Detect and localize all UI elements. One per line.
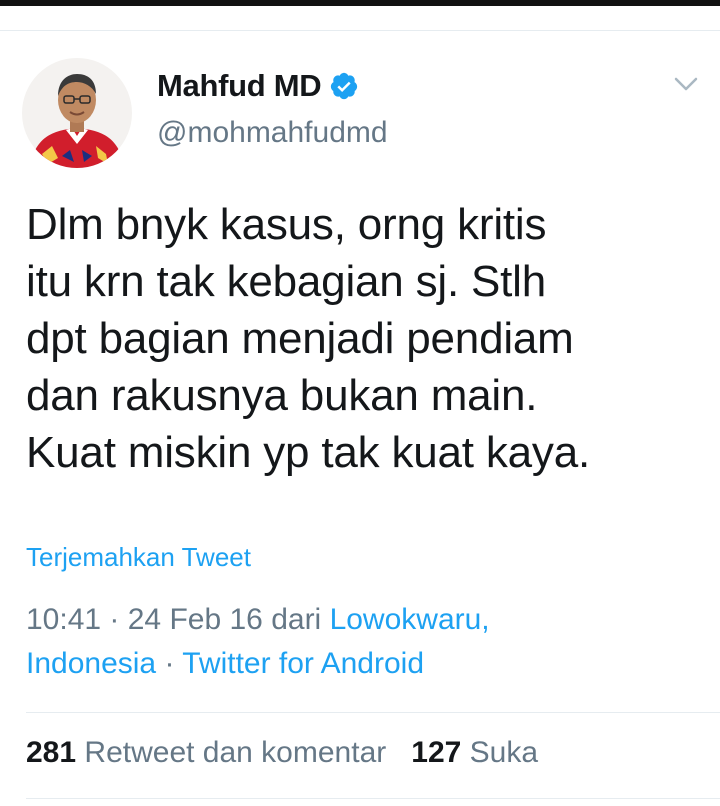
- author-name-row[interactable]: Mahfud MD: [157, 66, 359, 106]
- tweet-detail-screen: Mahfud MD @mohmahfudmd Dlm bnyk kasus, o…: [0, 0, 720, 806]
- tweet-text-line: Dlm bnyk kasus, orng kritis: [26, 200, 547, 249]
- likes-stat[interactable]: 127 Suka: [411, 736, 538, 769]
- location-link[interactable]: Lowokwaru,: [330, 603, 490, 636]
- translate-tweet-link[interactable]: Terjemahkan Tweet: [26, 542, 251, 573]
- tweet-text-line: dpt bagian menjadi pendiam: [26, 314, 574, 363]
- avatar-image: [22, 58, 132, 168]
- author-display-name[interactable]: Mahfud MD: [157, 68, 322, 104]
- from-label: dari: [262, 603, 330, 636]
- stats-top-divider: [26, 712, 720, 713]
- top-divider: [0, 30, 720, 31]
- retweets-count: 281: [26, 736, 77, 769]
- verified-badge-icon: [329, 71, 359, 101]
- retweets-label: Retweet dan komentar: [84, 736, 387, 769]
- meta-separator: ·: [156, 647, 183, 680]
- avatar[interactable]: [22, 58, 132, 168]
- tweet-text-line: itu krn tak kebagian sj. Stlh: [26, 257, 547, 306]
- likes-label: Suka: [469, 736, 539, 769]
- client-link[interactable]: Twitter for Android: [182, 647, 424, 680]
- tweet-text: Dlm bnyk kasus, orng kritis itu krn tak …: [26, 196, 706, 481]
- likes-count: 127: [411, 736, 462, 769]
- tweet-meta: 10:41 · 24 Feb 16 dari Lowokwaru, Indone…: [26, 598, 696, 686]
- stats-bottom-divider: [26, 798, 720, 799]
- retweets-stat[interactable]: 281 Retweet dan komentar: [26, 736, 386, 769]
- chevron-down-icon[interactable]: [672, 74, 700, 94]
- top-status-strip: [0, 0, 720, 6]
- tweet-meta-line-1: 10:41 · 24 Feb 16 dari Lowokwaru,: [26, 598, 696, 642]
- tweet-text-line: Kuat miskin yp tak kuat kaya.: [26, 428, 591, 477]
- tweet-stats: 281 Retweet dan komentar 127 Suka: [26, 736, 538, 770]
- tweet-time: 10:41: [26, 603, 102, 636]
- tweet-date: 24 Feb 16: [127, 603, 263, 636]
- location-link-continued[interactable]: Indonesia: [26, 647, 156, 680]
- tweet-text-line: dan rakusnya bukan main.: [26, 371, 538, 420]
- author-handle[interactable]: @mohmahfudmd: [157, 116, 388, 150]
- tweet-meta-line-2: Indonesia · Twitter for Android: [26, 642, 696, 686]
- meta-separator: ·: [101, 603, 128, 636]
